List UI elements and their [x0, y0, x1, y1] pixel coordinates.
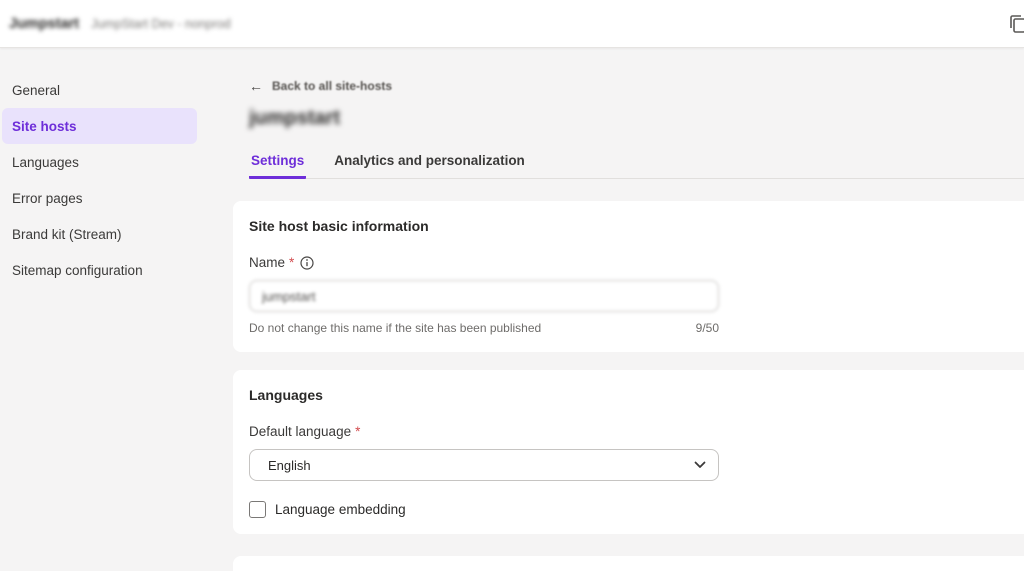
sidebar-item-brand-kit[interactable]: Brand kit (Stream) — [2, 216, 197, 252]
language-embedding-label: Language embedding — [275, 501, 406, 518]
languages-card: Languages Default language * English Lan… — [233, 370, 1024, 534]
sidebar-item-label: Sitemap configuration — [12, 263, 143, 278]
back-link-label: Back to all site-hosts — [272, 79, 392, 93]
back-arrow-icon: ← — [249, 78, 263, 94]
sidebar-item-label: Languages — [12, 155, 79, 170]
name-input[interactable] — [249, 280, 719, 312]
sidebar-item-site-hosts[interactable]: Site hosts — [2, 108, 197, 144]
char-counter: 9/50 — [696, 321, 719, 336]
settings-sidebar: General Site hosts Languages Error pages… — [0, 48, 197, 288]
back-link[interactable]: ← Back to all site-hosts — [249, 78, 392, 94]
chevron-down-icon — [694, 461, 706, 469]
sidebar-item-general[interactable]: General — [2, 72, 197, 108]
sidebar-item-label: Brand kit (Stream) — [12, 227, 122, 242]
configuration-card: Configuration — [233, 556, 1024, 571]
tab-bar: Settings Analytics and personalization — [249, 149, 1024, 179]
name-helper-text: Do not change this name if the site has … — [249, 321, 541, 336]
sidebar-item-languages[interactable]: Languages — [2, 144, 197, 180]
section-heading-basic-info: Site host basic information — [249, 218, 1024, 235]
default-language-label-text: Default language — [249, 424, 351, 440]
page-body: General Site hosts Languages Error pages… — [0, 48, 1024, 571]
tab-analytics-personalization[interactable]: Analytics and personalization — [332, 149, 527, 179]
default-language-select[interactable]: English — [249, 449, 719, 481]
site-host-basic-info-card: Site host basic information Name * Do no… — [233, 201, 1024, 352]
app-header: Jumpstart JumpStart Dev - nonprod — [0, 0, 1024, 48]
brand-logo-text[interactable]: Jumpstart — [9, 16, 79, 32]
info-icon[interactable] — [300, 256, 314, 270]
required-marker: * — [355, 424, 360, 440]
sidebar-item-sitemap-configuration[interactable]: Sitemap configuration — [2, 252, 197, 288]
required-marker: * — [289, 255, 294, 271]
sidebar-item-label: Error pages — [12, 191, 83, 206]
section-heading-languages: Languages — [249, 387, 1024, 404]
default-language-label: Default language * — [249, 424, 1024, 440]
name-label-text: Name — [249, 255, 285, 271]
sidebar-item-label: General — [12, 83, 60, 98]
tab-settings[interactable]: Settings — [249, 149, 306, 179]
sidebar-item-error-pages[interactable]: Error pages — [2, 180, 197, 216]
language-embedding-row[interactable]: Language embedding — [249, 501, 406, 518]
name-field-label: Name * — [249, 255, 1024, 271]
main-content: ← Back to all site-hosts jumpstart Setti… — [233, 48, 1024, 571]
environment-label[interactable]: JumpStart Dev - nonprod — [91, 17, 231, 31]
selected-language-value: English — [268, 458, 311, 473]
sidebar-item-label: Site hosts — [12, 119, 77, 134]
language-embedding-checkbox[interactable] — [249, 501, 266, 518]
name-helper-row: Do not change this name if the site has … — [249, 321, 719, 336]
copy-icon[interactable] — [1007, 14, 1024, 36]
page-title: jumpstart — [249, 105, 1024, 131]
